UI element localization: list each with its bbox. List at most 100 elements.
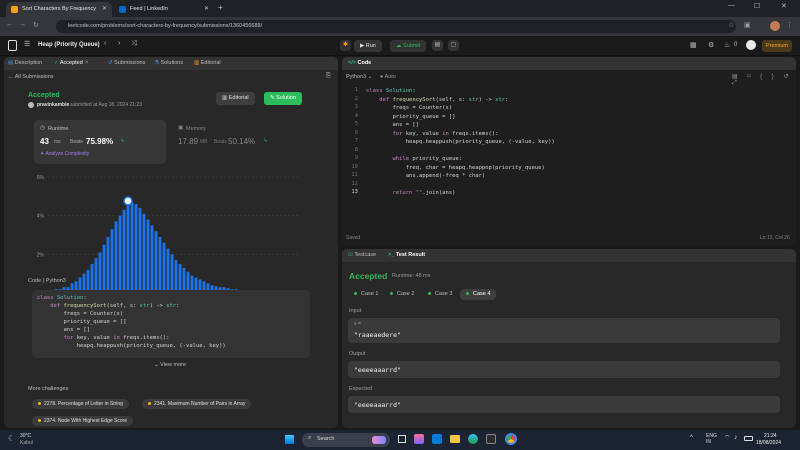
editorial-button[interactable]: ▥ Editorial bbox=[216, 92, 255, 105]
case-tab-3[interactable]: Case 3 bbox=[422, 289, 458, 300]
accepted-status: Accepted bbox=[28, 92, 60, 99]
premium-button[interactable]: Premium bbox=[762, 40, 793, 52]
tab-solutions[interactable]: ⚗ Solutions bbox=[154, 57, 183, 70]
task-view-icon[interactable] bbox=[398, 435, 406, 443]
app-icon[interactable] bbox=[414, 434, 424, 444]
chrome-icon[interactable] bbox=[505, 433, 517, 445]
taskbar-search-input[interactable]: ⌕ Search bbox=[302, 433, 390, 447]
profile-avatar[interactable] bbox=[770, 21, 780, 31]
windows-taskbar: ☾ 30°C Kabul ⌕ Search ^ ENG IN ⌔ ♪ 21:24 … bbox=[0, 430, 800, 450]
chart-bar bbox=[126, 206, 130, 293]
layout-icon[interactable]: ▢ bbox=[448, 40, 459, 51]
share-link-icon[interactable]: ⎘ bbox=[326, 73, 331, 80]
autocomplete-mode[interactable]: ● Auto bbox=[380, 74, 396, 80]
avatar bbox=[28, 102, 34, 108]
memory-card[interactable]: ▣ Memory 17.89 MB Beats 50.14% ϟ bbox=[174, 120, 310, 164]
app-icon[interactable] bbox=[432, 434, 442, 444]
case-tab-4[interactable]: Case 4 bbox=[460, 289, 497, 300]
tab-description[interactable]: ▤ Description bbox=[8, 57, 42, 70]
runtime-card[interactable]: ◷ Runtime 43 ms Beats 75.98% ϟ ✦ Analyze… bbox=[34, 120, 166, 164]
extensions-icon[interactable]: ▣ bbox=[744, 21, 751, 29]
code-header: Code | Python3 bbox=[28, 278, 66, 284]
forward-arrow-icon[interactable]: → bbox=[19, 21, 26, 28]
flask-icon: ⚗ bbox=[154, 60, 159, 66]
editor-tool-icons[interactable]: ▤ ⌑ { } ↺ ⤢ bbox=[732, 73, 796, 87]
problem-list-title[interactable]: Heap (Priority Queue) bbox=[38, 42, 100, 48]
reload-icon[interactable]: ↻ bbox=[33, 21, 39, 29]
tab-submissions[interactable]: ↺ Submissions bbox=[108, 57, 145, 70]
username[interactable]: pravinkamble bbox=[37, 102, 69, 108]
language-select[interactable]: Python3 ⌄ bbox=[346, 74, 372, 80]
tab-accepted[interactable]: ✓ Accepted ✕ bbox=[54, 57, 89, 70]
cursor-position: Ln 13, Col 26 bbox=[760, 235, 790, 241]
notes-icon[interactable]: ▤ bbox=[432, 40, 443, 51]
weather-icon[interactable]: ☾ bbox=[8, 434, 15, 443]
address-bar-row: ← → ↻ leetcode.com/problems/sort-charact… bbox=[0, 17, 800, 36]
star-icon[interactable]: ☆ bbox=[728, 21, 734, 29]
all-submissions-link[interactable]: ← All Submissions bbox=[8, 74, 54, 80]
run-label: Run bbox=[365, 43, 376, 49]
prev-problem-icon[interactable]: ‹ bbox=[104, 40, 106, 47]
challenge-chip[interactable]: 2374. Node With Highest Edge Score bbox=[32, 416, 134, 426]
your-submission-marker bbox=[123, 196, 133, 206]
solution-button[interactable]: ✎ Solution bbox=[264, 92, 303, 105]
clock-date[interactable]: 18/08/2024 bbox=[756, 440, 781, 446]
book-icon: ▥ bbox=[194, 60, 200, 66]
chart-bar bbox=[178, 264, 182, 293]
volume-icon[interactable]: ♪ bbox=[734, 434, 738, 441]
tray-chevron-icon[interactable]: ^ bbox=[690, 435, 693, 441]
case-tab-1[interactable]: Case 1 bbox=[348, 289, 384, 300]
tab-testcase[interactable]: ☑ Testcase bbox=[348, 249, 376, 262]
submit-button[interactable]: ☁ Submit bbox=[390, 40, 427, 52]
grid-icon[interactable]: ▦ bbox=[690, 41, 697, 49]
code-editor-panel: </> Code Python3 ⌄ ● Auto ▤ ⌑ { } ↺ ⤢ 12… bbox=[342, 57, 796, 246]
maximize-icon[interactable]: ☐ bbox=[754, 2, 760, 10]
check-icon: ✓ bbox=[54, 60, 59, 66]
file-explorer-icon[interactable] bbox=[450, 435, 460, 443]
back-arrow-icon[interactable]: ← bbox=[6, 21, 13, 28]
case-tab-2[interactable]: Case 2 bbox=[384, 289, 420, 300]
lang-indicator[interactable]: ENG IN bbox=[706, 433, 717, 445]
code-editor[interactable]: class Solution: def frequencySort(self, … bbox=[366, 87, 555, 198]
windows-start-icon[interactable] bbox=[285, 435, 294, 444]
book-icon: ▥ bbox=[222, 95, 229, 101]
wifi-icon[interactable]: ⌔ bbox=[724, 434, 731, 443]
memory-unit: MB bbox=[200, 139, 208, 145]
app-icon[interactable] bbox=[486, 434, 496, 444]
analyze-complexity-link[interactable]: ✦ Analyze Complexity bbox=[40, 151, 89, 157]
new-tab-icon[interactable]: + bbox=[218, 3, 223, 12]
browser-tab-active[interactable]: Sort Characters By Frequency ✕ bbox=[6, 2, 112, 17]
description-icon: ▤ bbox=[8, 60, 14, 66]
tab-editorial[interactable]: ▥ Editorial bbox=[194, 57, 221, 70]
settings-gear-icon[interactable]: ⚙ bbox=[708, 41, 714, 49]
user-avatar[interactable] bbox=[746, 40, 756, 50]
close-icon[interactable]: ✕ bbox=[204, 2, 209, 17]
debug-icon[interactable]: ✱ bbox=[340, 40, 351, 51]
chart-bar bbox=[98, 252, 102, 293]
upload-icon: ☁ bbox=[396, 43, 404, 49]
challenge-chip[interactable]: 2341. Maximum Number of Pairs in Array bbox=[142, 399, 252, 409]
weather-temp[interactable]: 30°C bbox=[20, 433, 31, 439]
battery-icon[interactable] bbox=[744, 436, 753, 441]
browser-tab[interactable]: Feed | LinkedIn ✕ bbox=[114, 2, 214, 17]
minimize-icon[interactable]: — bbox=[728, 2, 735, 9]
close-window-icon[interactable]: ✕ bbox=[781, 2, 787, 10]
expected-value: "eeeeaaarrd" bbox=[354, 401, 401, 409]
leetcode-logo-icon[interactable] bbox=[8, 40, 17, 51]
problem-list-icon[interactable]: ☰ bbox=[24, 40, 30, 48]
chart-bar bbox=[146, 219, 150, 293]
run-button[interactable]: ▶ Run bbox=[354, 40, 382, 52]
url-field[interactable]: leetcode.com/problems/sort-characters-by… bbox=[56, 20, 736, 33]
code-tab[interactable]: </> Code bbox=[348, 57, 371, 70]
test-result-panel: ☑ Testcase >_ Test Result Accepted Runti… bbox=[342, 249, 796, 428]
next-problem-icon[interactable]: › bbox=[118, 40, 120, 47]
clock-time[interactable]: 21:24 bbox=[764, 433, 777, 439]
edge-icon[interactable] bbox=[468, 434, 478, 444]
close-icon[interactable]: ✕ bbox=[102, 2, 107, 17]
tab-test-result[interactable]: >_ Test Result bbox=[388, 249, 425, 262]
menu-dots-icon[interactable]: ⋮ bbox=[786, 21, 793, 29]
random-problem-icon[interactable]: ⤨ bbox=[131, 40, 137, 48]
view-more-link[interactable]: ⌄ View more bbox=[154, 362, 186, 368]
challenge-chip[interactable]: 2278. Percentage of Letter in String bbox=[32, 399, 129, 409]
premium-label: Premium bbox=[766, 43, 789, 49]
